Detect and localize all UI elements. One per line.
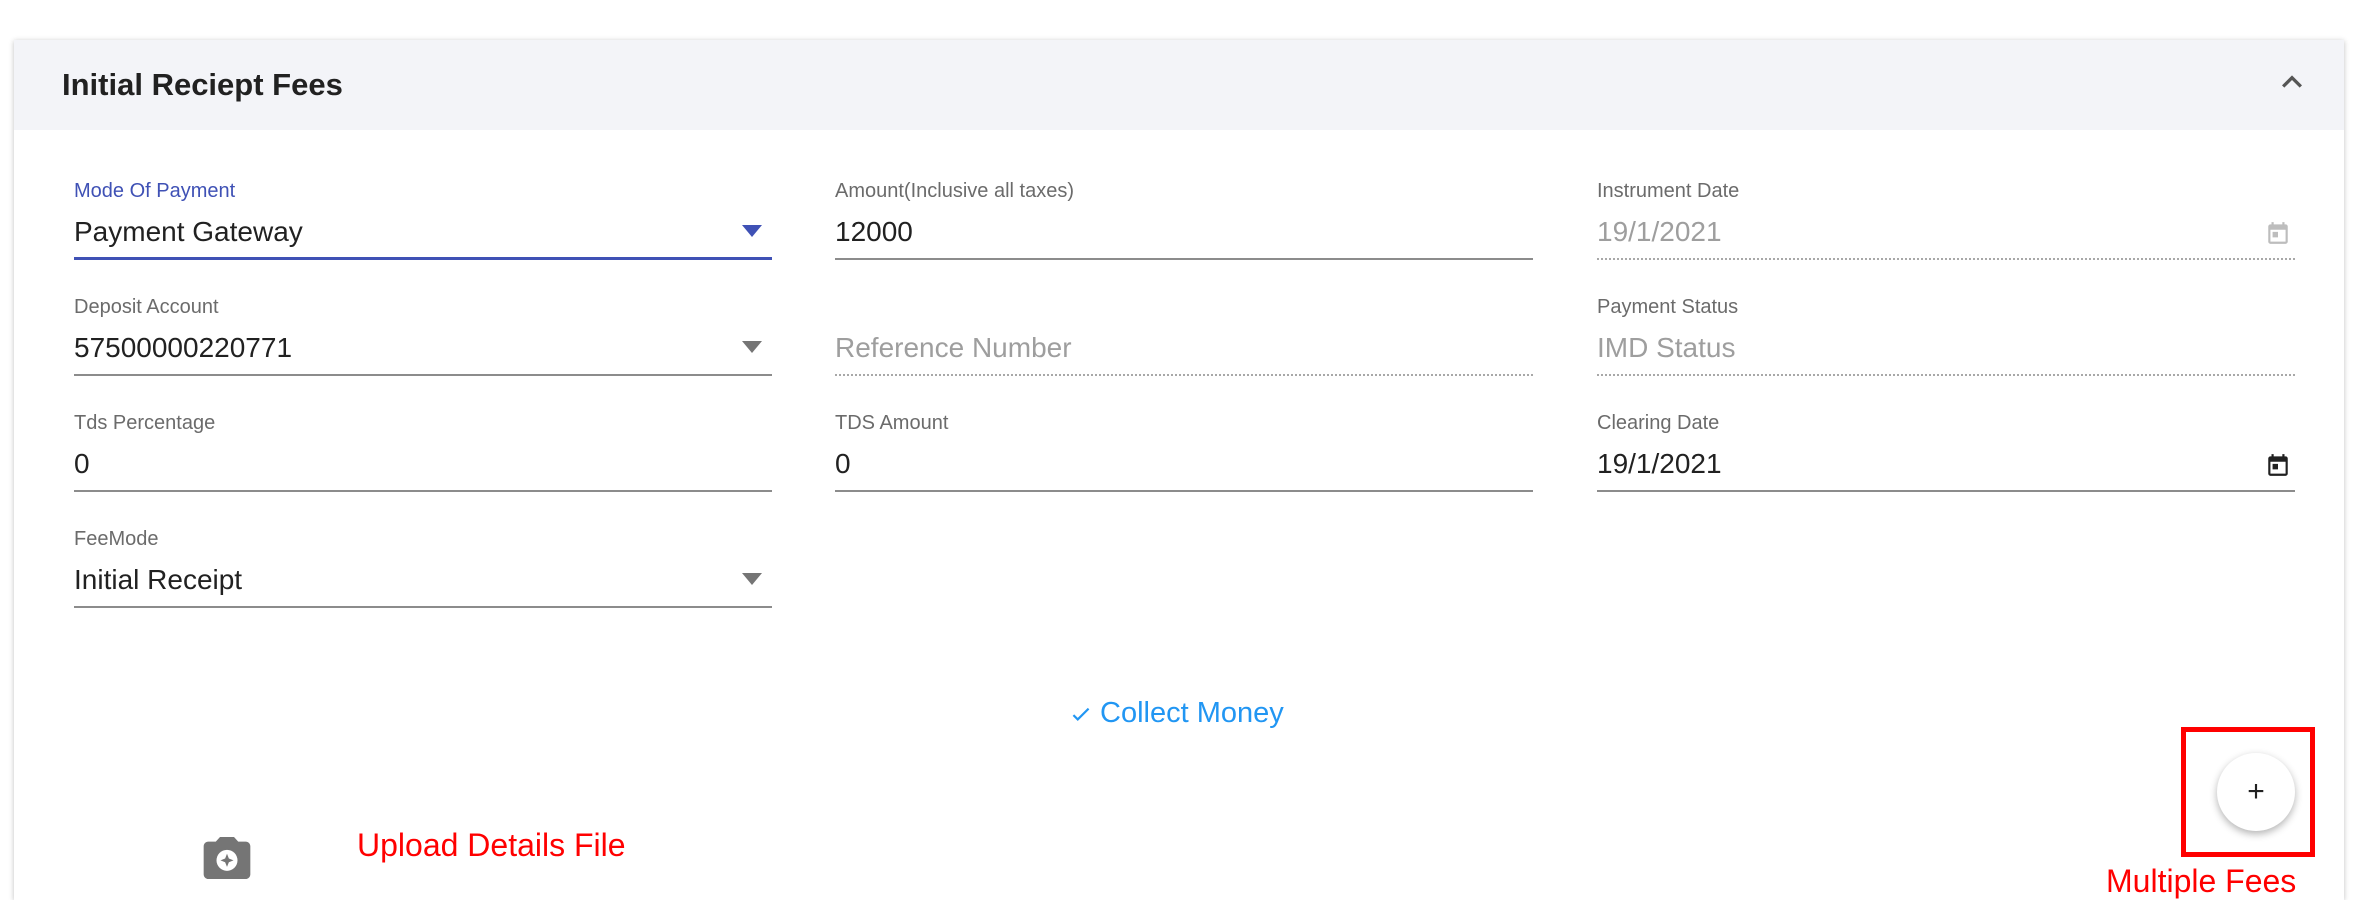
caret-down-icon [742,225,762,237]
mode-of-payment-underline [74,257,772,260]
collect-money-label: Collect Money [1100,697,1284,729]
tds-amount-underline [835,490,1533,492]
tds-percentage-field[interactable]: Tds Percentage 0 [74,412,772,502]
add-fee-button[interactable]: + [2217,753,2295,831]
multiple-fees-label: Multiple Fees [2106,863,2297,899]
card-header: Initial Reciept Fees [14,40,2344,130]
amount-field[interactable]: Amount(Inclusive all taxes) 12000 [835,180,1533,270]
deposit-account-underline [74,374,772,376]
tds-percentage-underline [74,490,772,492]
caret-down-icon [742,573,762,585]
clearing-date-value: 19/1/2021 [1597,448,1722,479]
amount-value: 12000 [835,216,913,247]
tds-amount-value: 0 [835,448,851,479]
instrument-date-label: Instrument Date [1597,180,1740,202]
payment-status-value: IMD Status [1597,332,1736,363]
clearing-date-underline [1597,490,2295,492]
chevron-up-icon [2282,75,2302,88]
fee-mode-value: Initial Receipt [74,564,243,595]
collect-money-button[interactable]: Collect Money [1068,697,1284,730]
calendar-icon [2268,222,2288,244]
amount-underline [835,258,1533,260]
calendar-icon[interactable] [2265,452,2291,478]
card-title: Initial Reciept Fees [62,67,343,102]
instrument-date-value: 19/1/2021 [1597,216,1722,247]
camera-icon[interactable] [199,830,255,886]
tds-amount-label: TDS Amount [835,412,949,434]
mode-of-payment-value: Payment Gateway [74,216,303,247]
deposit-account-label: Deposit Account [74,296,219,318]
reference-number-field[interactable]: Reference Number [835,296,1533,386]
caret-down-icon [742,341,762,353]
payment-status-label: Payment Status [1597,296,1739,318]
check-icon [1072,707,1090,721]
clearing-date-field[interactable]: Clearing Date 19/1/2021 [1597,412,2295,502]
collapse-button[interactable] [2272,62,2312,102]
clearing-date-label: Clearing Date [1597,412,1720,434]
deposit-account-value: 57500000220771 [74,332,293,363]
reference-number-placeholder: Reference Number [835,332,1072,363]
instrument-date-field: Instrument Date 19/1/2021 [1597,180,2295,270]
tds-percentage-value: 0 [74,448,90,479]
fees-card: Initial Reciept Fees Mode Of Payment Pay… [14,40,2344,900]
fee-mode-select[interactable]: FeeMode Initial Receipt [74,528,772,618]
deposit-account-select[interactable]: Deposit Account 57500000220771 [74,296,772,386]
tds-amount-field[interactable]: TDS Amount 0 [835,412,1533,502]
tds-percentage-label: Tds Percentage [74,412,216,434]
reference-number-underline [835,374,1533,376]
plus-icon: + [2247,775,2265,808]
mode-of-payment-select[interactable]: Mode Of Payment Payment Gateway [74,180,772,270]
payment-status-field: Payment Status IMD Status [1597,296,2295,386]
fee-mode-label: FeeMode [74,528,159,550]
amount-label: Amount(Inclusive all taxes) [835,180,1074,202]
instrument-date-underline [1597,258,2295,260]
upload-details-label: Upload Details File [357,827,626,863]
fee-mode-underline [74,606,772,608]
payment-status-underline [1597,374,2295,376]
mode-of-payment-label: Mode Of Payment [74,180,236,202]
